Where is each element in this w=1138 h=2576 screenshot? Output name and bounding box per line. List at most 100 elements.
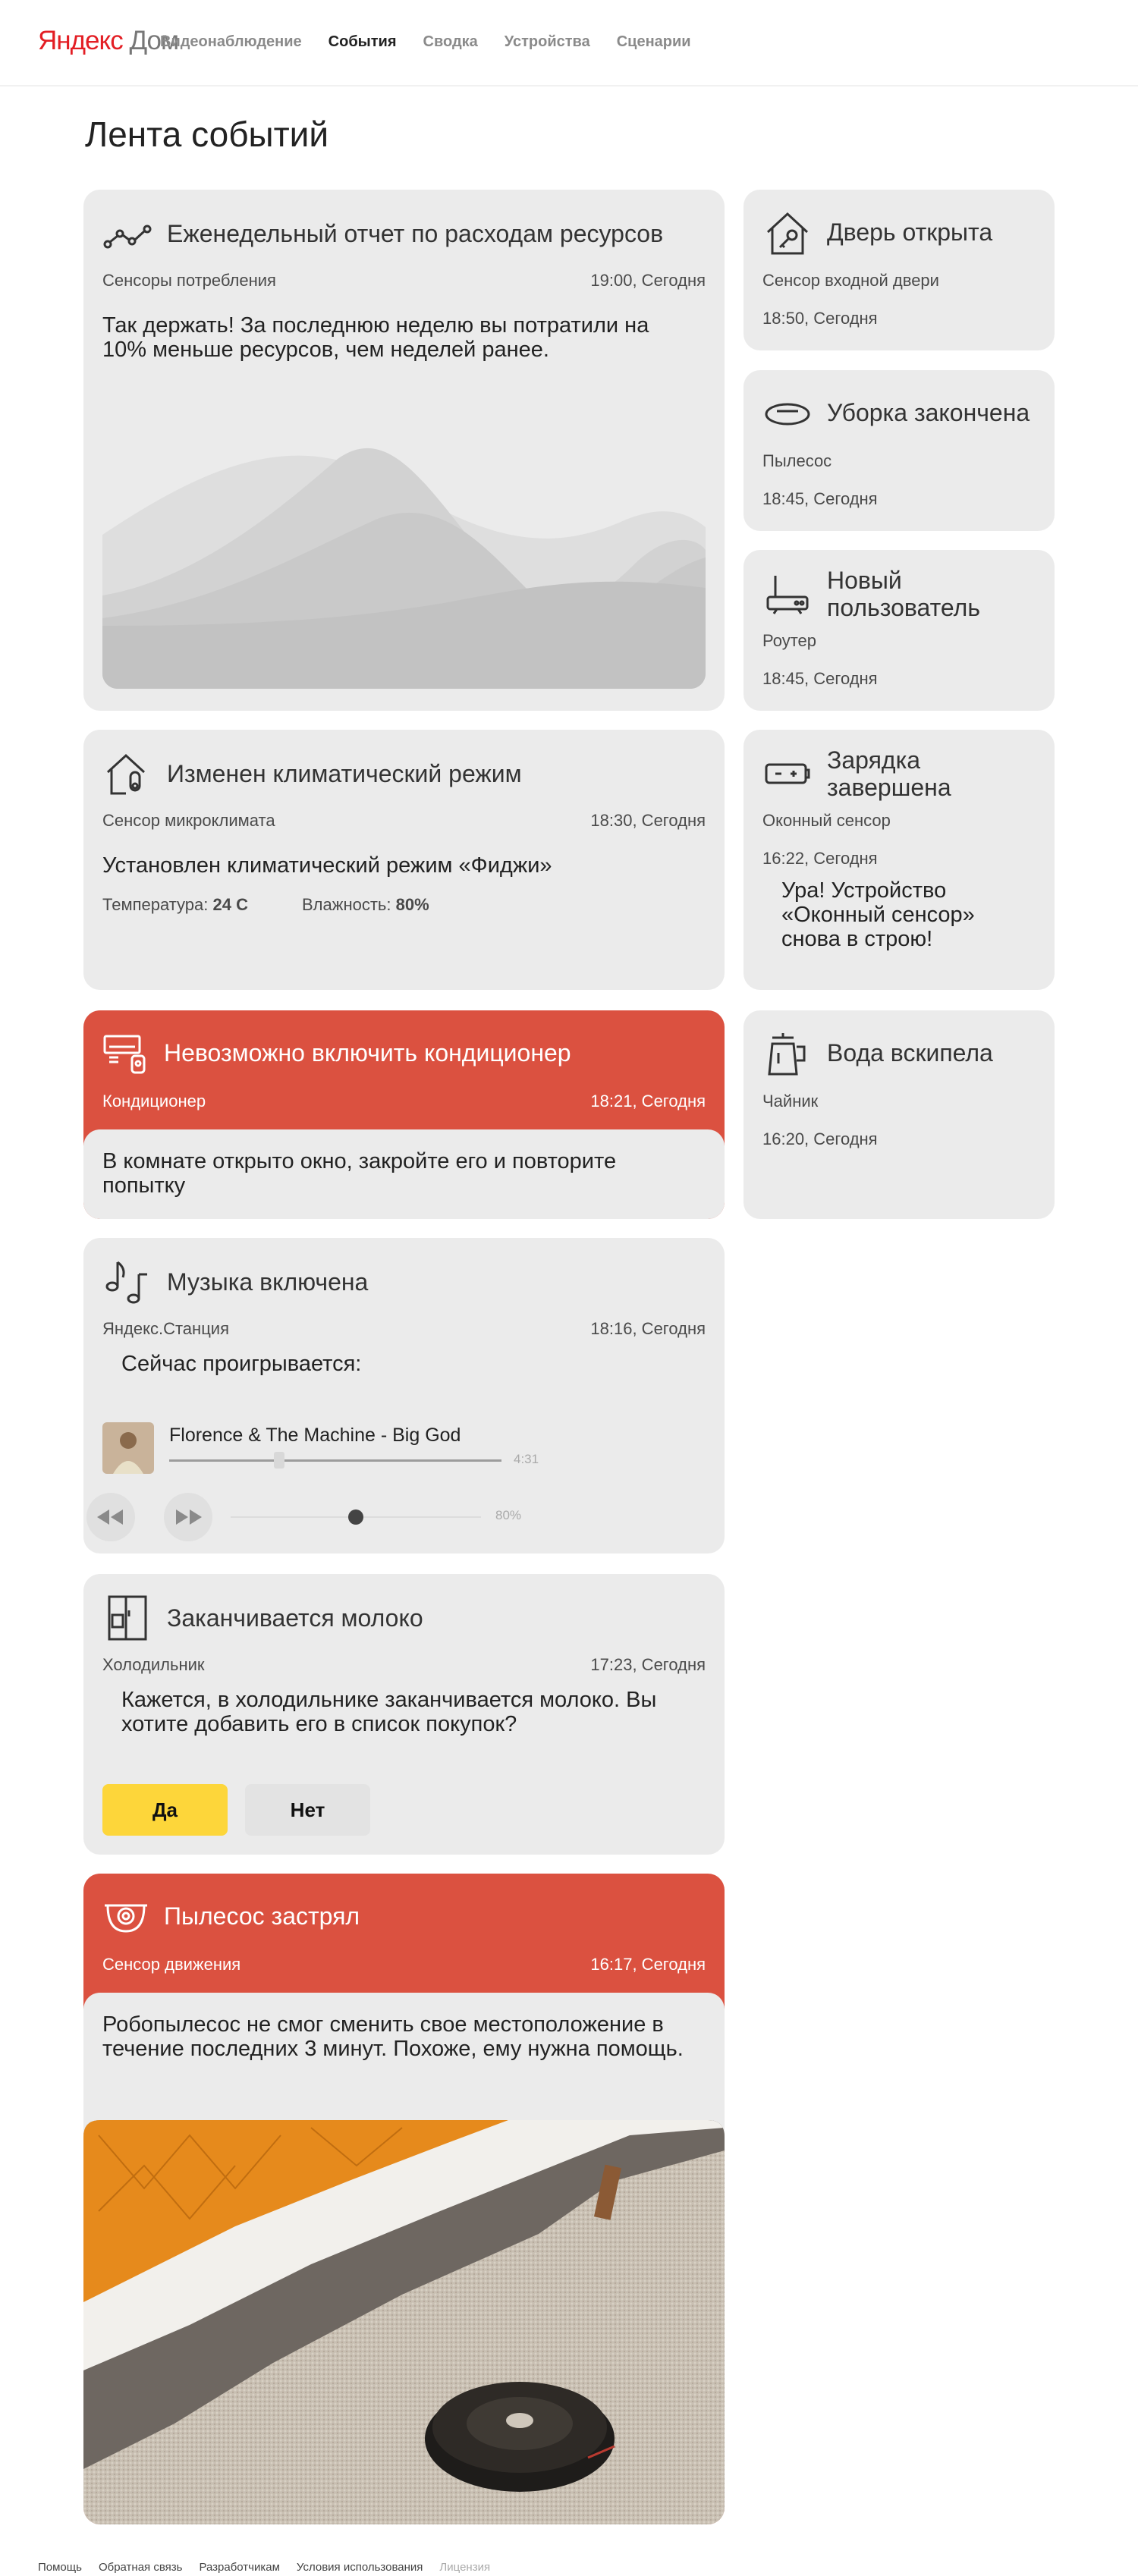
card-title: Новый пользователь <box>827 567 980 621</box>
card-text-line1: Ура! Устройство <box>781 878 947 903</box>
card-time: 18:50, Сегодня <box>762 309 878 328</box>
card-source: Холодильник <box>102 1655 205 1674</box>
now-playing-label: Сейчас проигрывается: <box>121 1352 362 1376</box>
card-title: Невозможно включить кондиционер <box>164 1039 571 1067</box>
kettle-icon <box>768 1033 806 1076</box>
graph-icon <box>103 225 152 249</box>
card-charge-complete[interactable]: Зарядка завершена Оконный сенсор 16:22, … <box>743 730 1055 990</box>
card-time: 18:45, Сегодня <box>762 489 878 508</box>
card-title: Уборка закончена <box>827 399 1030 426</box>
temperature-label: Температура: <box>102 895 209 914</box>
card-title-line2: пользователь <box>827 594 980 621</box>
card-text-line3: снова в строю! <box>781 927 933 951</box>
yes-button[interactable]: Да <box>102 1784 228 1836</box>
card-source: Сенсор движения <box>102 1955 241 1974</box>
card-ac-error[interactable]: Невозможно включить кондиционер Кондицио… <box>83 1010 725 1219</box>
card-title-line2: завершена <box>827 774 951 801</box>
footer-feedback-link[interactable]: Обратная связь <box>99 2561 183 2574</box>
card-music[interactable]: Музыка включена Яндекс.Станция 18:16, Се… <box>83 1238 725 1553</box>
page-title: Лента событий <box>85 115 329 154</box>
nav-events[interactable]: События <box>329 33 397 51</box>
rewind-icon <box>97 1509 123 1525</box>
nav-summary[interactable]: Сводка <box>423 33 478 51</box>
main-nav: Видеонаблюдение События Сводка Устройств… <box>160 33 691 51</box>
card-text-line2: попытку <box>102 1173 186 1198</box>
yandex-dom-logo[interactable]: Яндекс Дом <box>38 26 179 56</box>
card-time: 17:23, Сегодня <box>590 1655 706 1674</box>
card-time: 18:16, Сегодня <box>590 1319 706 1338</box>
no-button[interactable]: Нет <box>245 1784 370 1836</box>
humidity: Влажность: 80% <box>302 895 429 915</box>
track-progress-thumb[interactable] <box>273 1452 284 1469</box>
footer-help-link[interactable]: Помощь <box>38 2561 82 2574</box>
footer-terms-link[interactable]: Условия использования <box>297 2561 423 2574</box>
card-door-open[interactable]: Дверь открыта Сенсор входной двери 18:50… <box>743 190 1055 350</box>
track-duration: 4:31 <box>514 1452 539 1466</box>
nav-scenarios[interactable]: Сценарии <box>617 33 691 51</box>
card-source: Сенсор входной двери <box>762 271 939 290</box>
card-title: Изменен климатический режим <box>167 760 522 787</box>
header: Яндекс Дом Видеонаблюдение События Сводк… <box>0 0 1138 86</box>
climate-house-icon <box>106 753 146 795</box>
battery-icon <box>765 763 810 784</box>
footer-license-link[interactable]: Лицензия <box>439 2561 490 2574</box>
nav-video[interactable]: Видеонаблюдение <box>160 33 302 51</box>
footer: Помощь Обратная связь Разработчикам Усло… <box>38 2561 490 2574</box>
card-source: Чайник <box>762 1092 819 1111</box>
card-text-line2: хотите добавить его в список покупок? <box>121 1712 517 1736</box>
card-text-line2: течение последних 3 минут. Похоже, ему н… <box>102 2037 684 2061</box>
card-milk[interactable]: Заканчивается молоко Холодильник 17:23, … <box>83 1574 725 1855</box>
card-title: Еженедельный отчет по расходам ресурсов <box>167 220 664 247</box>
track-progress-bar[interactable] <box>169 1459 501 1462</box>
card-source: Яндекс.Станция <box>102 1319 229 1338</box>
fridge-icon <box>108 1595 147 1641</box>
house-key-icon <box>766 212 809 255</box>
card-title: Дверь открыта <box>827 218 993 246</box>
card-text: Так держать! За последнюю неделю вы потр… <box>102 313 649 362</box>
card-text: Кажется, в холодильнике заканчивается мо… <box>121 1688 656 1736</box>
track-name: Florence & The Machine - Big God <box>169 1425 461 1446</box>
footer-developers-link[interactable]: Разработчикам <box>199 2561 279 2574</box>
card-title: Зарядка завершена <box>827 746 951 801</box>
nav-devices[interactable]: Устройства <box>505 33 590 51</box>
card-source: Пылесос <box>762 451 832 470</box>
card-title: Музыка включена <box>167 1268 369 1296</box>
card-source: Кондиционер <box>102 1092 206 1111</box>
card-new-user[interactable]: Новый пользователь Роутер 18:45, Сегодня <box>743 550 1055 711</box>
card-body: Робопылесос не смог сменить свое местопо… <box>83 1993 725 2524</box>
humidity-value: 80% <box>395 895 429 914</box>
card-kettle[interactable]: Вода вскипела Чайник 16:20, Сегодня <box>743 1010 1055 1219</box>
card-cleaning-done[interactable]: Уборка закончена Пылесос 18:45, Сегодня <box>743 370 1055 531</box>
router-icon <box>766 576 809 614</box>
card-title-line1: Зарядка <box>827 746 921 774</box>
logo-yandex: Яндекс <box>38 26 124 55</box>
card-vacuum-stuck[interactable]: Пылесос застрял Сенсор движения 16:17, С… <box>83 1874 725 2524</box>
card-title: Пылесос застрял <box>164 1902 360 1930</box>
rewind-button[interactable] <box>86 1493 135 1541</box>
card-source: Оконный сенсор <box>762 811 891 830</box>
card-time: 16:20, Сегодня <box>762 1129 878 1148</box>
vacuum-photo <box>83 2120 725 2524</box>
volume-thumb[interactable] <box>348 1509 363 1525</box>
card-weekly-report[interactable]: Еженедельный отчет по расходам ресурсов … <box>83 190 725 711</box>
card-time: 16:22, Сегодня <box>762 849 878 868</box>
air-conditioner-icon <box>103 1035 146 1074</box>
card-text: В комнате открыто окно, закройте его и п… <box>102 1149 616 1198</box>
card-title-line1: Новый <box>827 567 902 594</box>
card-body: В комнате открыто окно, закройте его и п… <box>83 1129 725 1219</box>
camera-icon <box>105 1904 147 1933</box>
card-source: Сенсор микроклимата <box>102 811 275 830</box>
card-text: Робопылесос не смог сменить свое местопо… <box>102 2012 684 2061</box>
temperature: Температура: 24 С <box>102 895 248 915</box>
volume-value: 80% <box>495 1508 522 1522</box>
card-text-line1: В комнате открыто окно, закройте его и п… <box>102 1149 617 1173</box>
card-climate[interactable]: Изменен климатический режим Сенсор микро… <box>83 730 725 990</box>
temperature-value: 24 С <box>212 895 248 914</box>
card-title: Вода вскипела <box>827 1039 993 1067</box>
fast-forward-button[interactable] <box>164 1493 212 1541</box>
vacuum-icon <box>765 403 810 426</box>
card-text: Ура! Устройство «Оконный сенсор» снова в… <box>781 878 975 951</box>
fast-forward-icon <box>176 1509 202 1525</box>
card-title: Заканчивается молоко <box>167 1604 423 1632</box>
card-source: Сенсоры потребления <box>102 271 276 290</box>
